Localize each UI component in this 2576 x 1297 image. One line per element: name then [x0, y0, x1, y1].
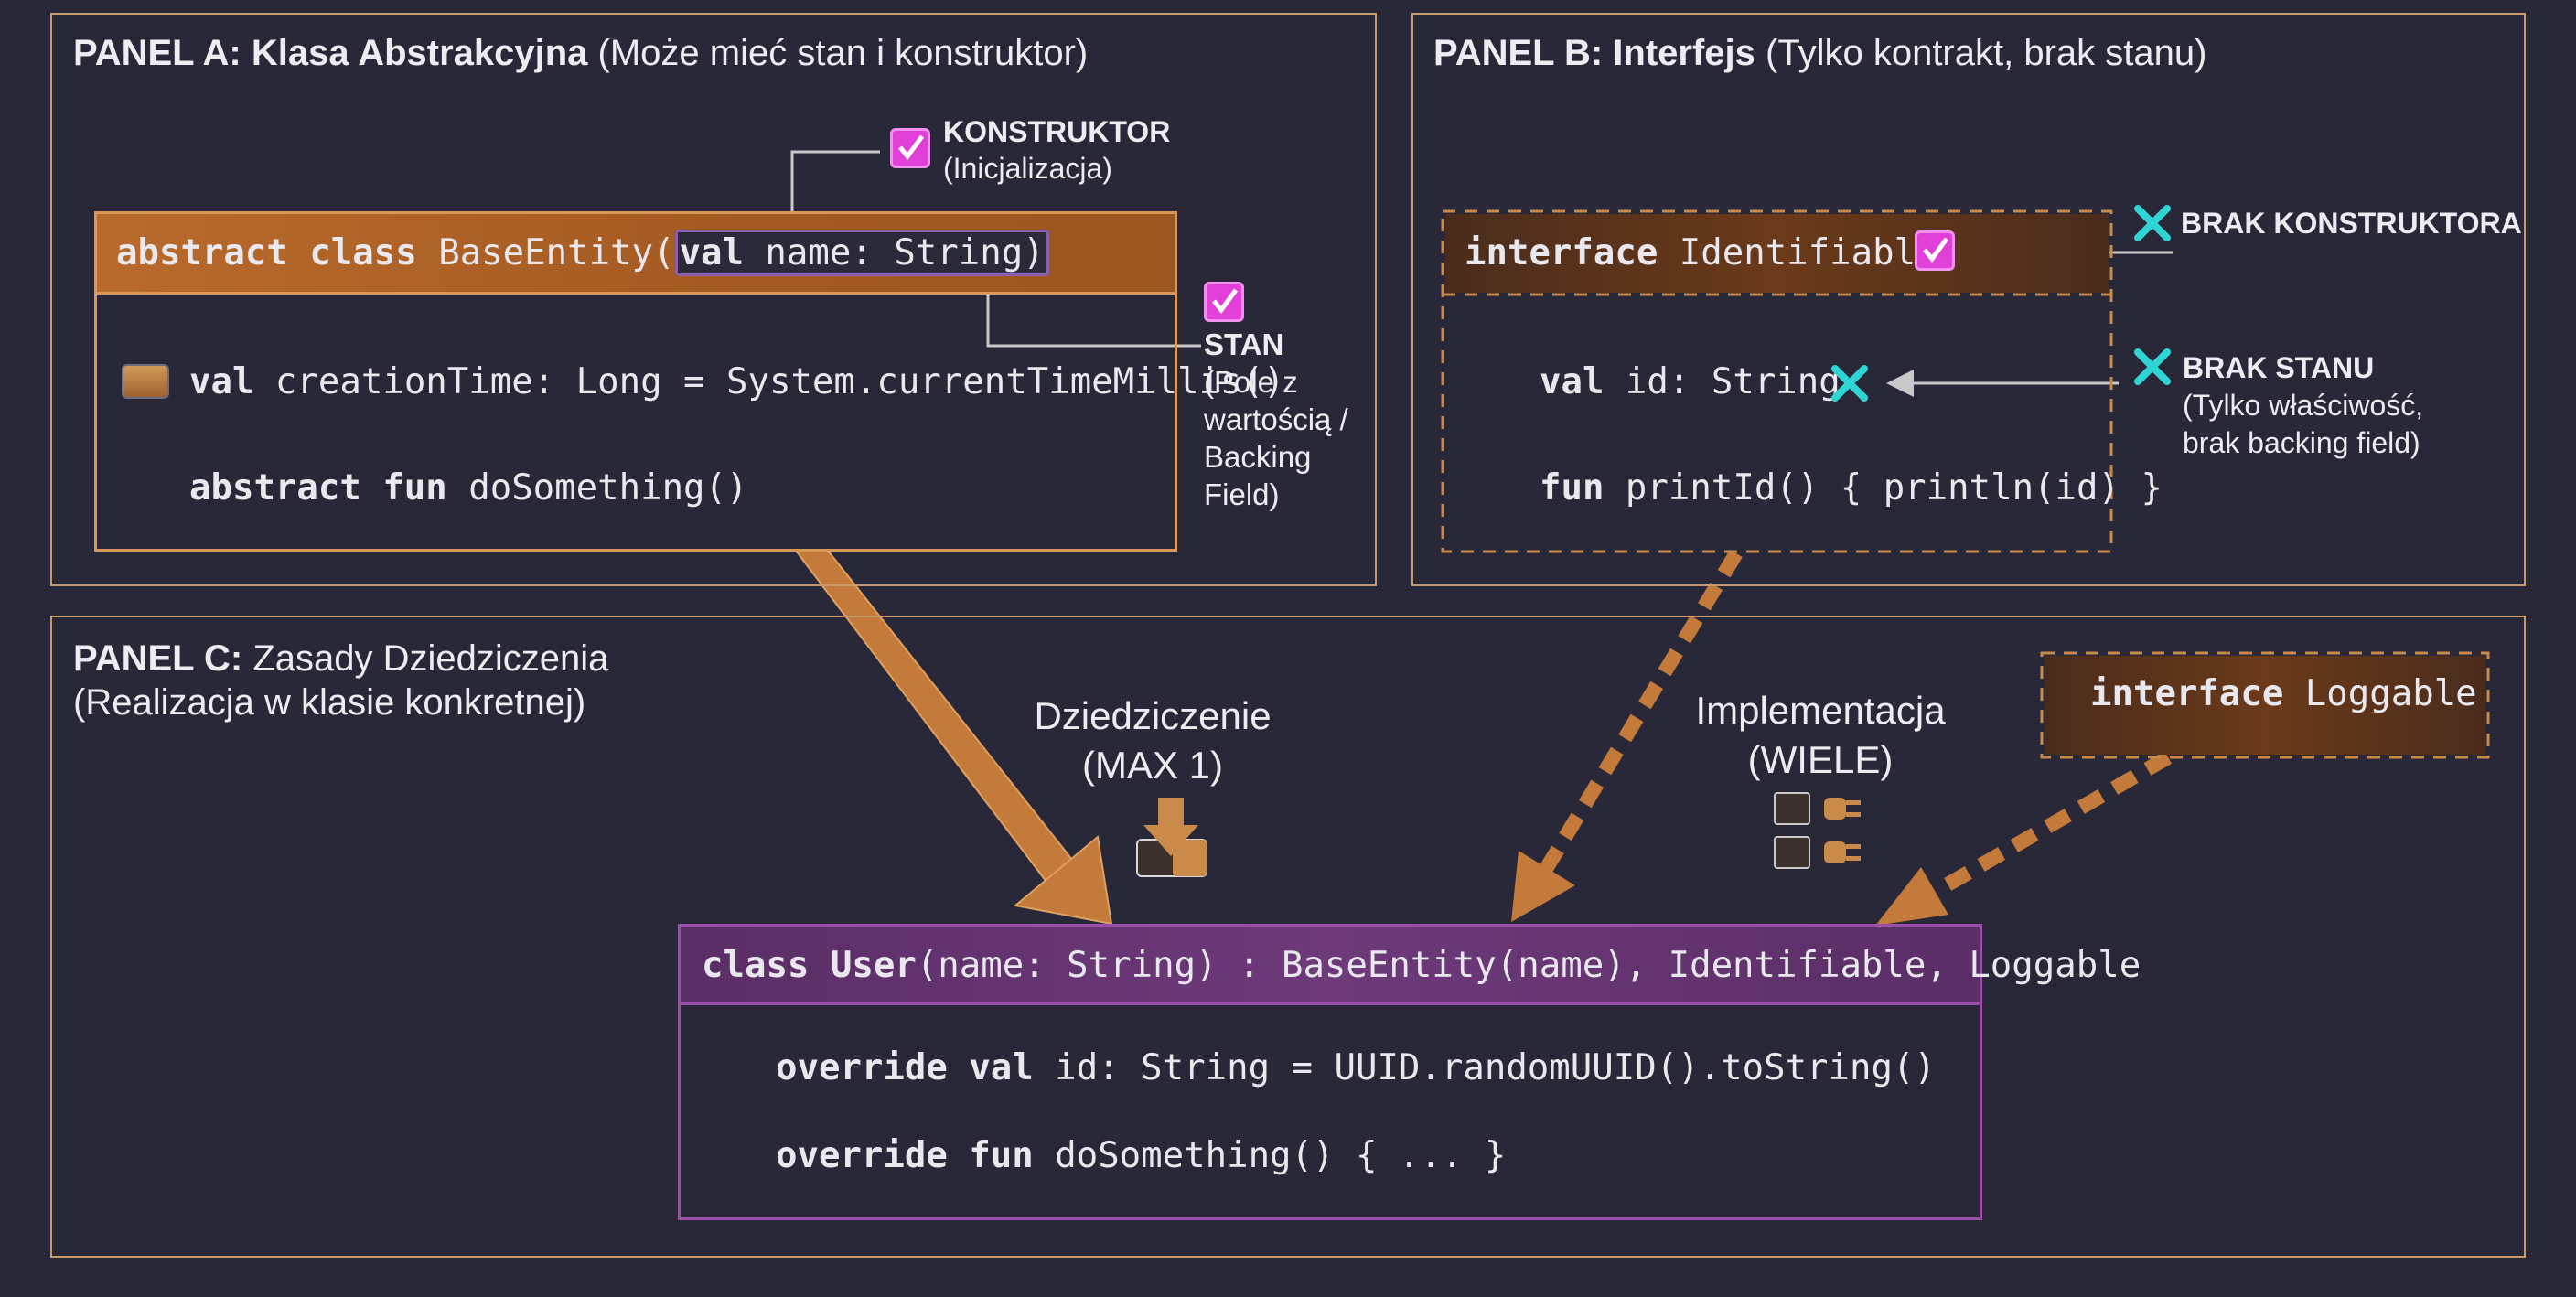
brak-konstruktora-label: BRAK KONSTRUKTORA	[2181, 205, 2522, 241]
base-entity-line2: abstract fun doSomething()	[189, 467, 748, 509]
checkbox-identifiable-icon	[1915, 230, 1955, 271]
socket-icon	[1774, 836, 1810, 869]
panel-b-title-rest: (Tylko kontrakt, brak stanu)	[1755, 33, 2207, 73]
base-entity-line1: val creationTime: Long = System.currentT…	[189, 361, 1285, 403]
panel-a-title: PANEL A: Klasa Abstrakcyjna (Może mieć s…	[73, 31, 1088, 75]
constructor-param-keyword: val	[679, 232, 744, 273]
identifiable-line2-rest: printId() { println(id) }	[1604, 467, 2163, 509]
konstruktor-subtitle: (Inicjalizacja)	[943, 152, 1112, 185]
state-field-icon	[122, 364, 169, 399]
loggable-keyword: interface	[2090, 673, 2284, 714]
plug-icon	[1824, 841, 1861, 863]
implementation-label-line2: (WIELE)	[1747, 738, 1894, 781]
cross-id-field-icon	[1831, 365, 1868, 402]
konstruktor-annotation: KONSTRUKTOR (Inicjalizacja)	[943, 113, 1170, 187]
panel-b-title-bold: PANEL B: Interfejs	[1433, 33, 1755, 73]
identifiable-signature: interface Identifiable	[1465, 232, 1937, 274]
cross-brak-konstruktora-icon	[2134, 205, 2171, 241]
user-line1-rest: id: String = UUID.randomUUID().toString(…	[1033, 1047, 1936, 1088]
plug-icon	[1824, 798, 1861, 820]
identifiable-line1-rest: id: String	[1604, 361, 1841, 402]
line2-rest: doSomething()	[446, 467, 748, 509]
loggable-signature: interface Loggable	[2090, 673, 2477, 715]
user-line1: override val id: String = UUID.randomUUI…	[776, 1047, 1936, 1089]
stan-line4: Field)	[1204, 477, 1280, 511]
base-entity-name: BaseEntity(	[416, 232, 675, 273]
base-entity-keyword: abstract class	[116, 232, 417, 273]
stan-line3: Backing	[1204, 440, 1312, 474]
line1-keyword: val	[189, 361, 254, 402]
constructor-param-rest: name: String	[743, 232, 1024, 273]
identifiable-line1: val id: String	[1540, 361, 1841, 403]
brak-konstruktora-text: BRAK KONSTRUKTORA	[2181, 207, 2522, 240]
stan-title: STAN	[1204, 327, 1284, 361]
stan-line2: wartością /	[1204, 402, 1348, 436]
implementation-label-line1: Implementacja	[1695, 689, 1946, 732]
user-line1-keyword: override val	[776, 1047, 1034, 1088]
cross-brak-stanu-icon	[2134, 348, 2171, 385]
socket-icon	[1774, 792, 1810, 825]
panel-c-title-bold: PANEL C:	[73, 638, 243, 679]
user-line2: override fun doSomething() { ... }	[776, 1135, 1506, 1177]
panel-c-title: PANEL C: Zasady Dziedziczenia (Realizacj…	[73, 637, 608, 724]
brak-stanu-line2: brak backing field)	[2183, 426, 2420, 459]
panel-c-title-rest: Zasady Dziedziczenia	[242, 638, 609, 679]
stan-line1: (Pole z	[1204, 365, 1298, 399]
user-line2-rest: doSomething() { ... }	[1033, 1135, 1507, 1176]
stan-annotation: STAN (Pole z wartością / Backing Field)	[1204, 326, 1348, 513]
panel-c-title-line2: (Realizacja w klasie konkretnej)	[73, 682, 586, 723]
inheritance-label-line1: Dziedziczenie	[1034, 694, 1272, 737]
panel-a-title-rest: (Może mieć stan i konstruktor)	[587, 33, 1089, 73]
checkbox-stan-icon	[1204, 282, 1244, 322]
brak-stanu-annotation: BRAK STANU (Tylko właściwość, brak backi…	[2183, 349, 2423, 462]
line1-rest: creationTime: Long = System.currentTimeM…	[253, 361, 1285, 402]
constructor-param-highlight: val name: String)	[674, 230, 1049, 276]
user-signature: class User(name: String) : BaseEntity(na…	[702, 945, 2141, 987]
constructor-param-close: )	[1023, 232, 1045, 273]
loggable-name: Loggable	[2283, 673, 2477, 714]
identifiable-line2-keyword: fun	[1540, 467, 1605, 509]
brak-stanu-line1: (Tylko właściwość,	[2183, 389, 2424, 422]
line2-keyword: abstract fun	[189, 467, 447, 509]
identifiable-line2: fun printId() { println(id) }	[1540, 467, 2163, 509]
checkbox-konstruktor-icon	[890, 128, 930, 168]
identifiable-keyword: interface	[1465, 232, 1658, 273]
user-keyword: class User	[702, 945, 917, 986]
user-line2-keyword: override fun	[776, 1135, 1034, 1176]
konstruktor-title: KONSTRUKTOR	[943, 115, 1171, 148]
base-entity-signature: abstract class BaseEntity(val name: Stri…	[116, 230, 1049, 276]
identifiable-line1-keyword: val	[1540, 361, 1605, 402]
panel-a-title-bold: PANEL A: Klasa Abstrakcyjna	[73, 33, 588, 73]
implementation-label: Implementacja (WIELE)	[1656, 686, 1985, 785]
inheritance-label-line2: (MAX 1)	[1081, 744, 1223, 787]
brak-stanu-title: BRAK STANU	[2183, 351, 2375, 384]
inheritance-label: Dziedziczenie (MAX 1)	[988, 691, 1317, 790]
user-rest: (name: String) : BaseEntity(name), Ident…	[916, 945, 2141, 986]
identifiable-name: Identifiable	[1658, 232, 1937, 273]
panel-b-title: PANEL B: Interfejs (Tylko kontrakt, brak…	[1433, 31, 2206, 75]
